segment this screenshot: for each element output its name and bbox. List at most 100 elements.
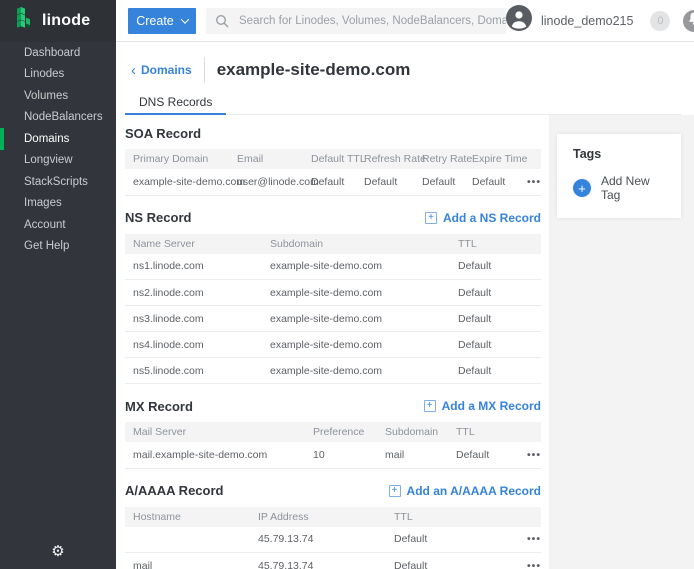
table-cell: user@linode.com	[229, 169, 303, 195]
row-actions-ellipsis-button[interactable]: •••	[505, 553, 541, 569]
table-cell: mail	[377, 442, 448, 468]
plus-square-icon	[389, 485, 401, 497]
sidebar-item-volumes[interactable]: Volumes	[0, 85, 116, 107]
table-cell: mail.example-site-demo.com	[125, 442, 305, 468]
sidebar-item-longview[interactable]: Longview	[0, 150, 116, 172]
table-cell: example-site-demo.com	[125, 169, 229, 195]
table-cell	[125, 527, 250, 553]
table-cell: ns1.linode.com	[125, 254, 262, 280]
ns-record-table: Name ServerSubdomainTTLns1.linode.comexa…	[125, 234, 541, 385]
table-row: example-site-demo.comuser@linode.com Defa…	[125, 169, 541, 195]
column-header: Subdomain	[262, 234, 450, 254]
tab-dns-records[interactable]: DNS Records	[125, 90, 226, 115]
notification-count-badge[interactable]: 0	[650, 11, 670, 31]
table-cell: 45.79.13.74	[250, 553, 386, 569]
column-header: Refresh Rate	[356, 149, 414, 169]
add-new-tag-button[interactable]: Add New Tag	[573, 174, 665, 202]
linode-logo-text: linode	[42, 12, 90, 30]
table-cell: example-site-demo.com	[262, 332, 450, 358]
table-cell: ns2.linode.com	[125, 280, 262, 306]
section-title-ns: NS Record	[125, 210, 191, 225]
table-row: ns5.linode.comexample-site-demo.comDefau…	[125, 358, 541, 384]
table-row: ns1.linode.comexample-site-demo.comDefau…	[125, 254, 541, 280]
ns-record-section: NS Record Add a NS Record Name ServerSub…	[125, 209, 541, 385]
username: linode_demo215	[541, 14, 633, 28]
add-new-tag-label: Add New Tag	[601, 174, 665, 202]
column-header: Expire Time	[464, 149, 516, 169]
row-actions-ellipsis-button[interactable]: •••	[516, 169, 541, 195]
plus-square-icon	[425, 212, 437, 224]
section-title-soa: SOA Record	[125, 126, 201, 141]
search-input[interactable]	[206, 8, 506, 34]
add-mx-record-label: Add a MX Record	[442, 399, 541, 413]
records-column: SOA Record Primary DomainEmailDefault TT…	[116, 115, 549, 569]
column-header-actions	[505, 507, 541, 527]
linode-cloud-manager: linode DashboardLinodesVolumesNodeBalanc…	[0, 0, 694, 569]
row-actions-ellipsis-button[interactable]: •••	[505, 442, 541, 468]
mx-record-section: MX Record Add a MX Record Mail ServerPre…	[125, 397, 541, 469]
sidebar-item-domains[interactable]: Domains	[0, 128, 116, 150]
a-aaaa-record-table: HostnameIP AddressTTL45.79.13.74Default•…	[125, 507, 541, 569]
table-cell: Default	[414, 169, 464, 195]
column-header: Subdomain	[377, 422, 448, 442]
user-area: linode_demo215 0	[506, 5, 694, 36]
table-cell: Default	[450, 280, 541, 306]
a-aaaa-record-section: A/AAAA Record Add an A/AAAA Record Hostn…	[125, 482, 541, 569]
sidebar-item-get-help[interactable]: Get Help	[0, 236, 116, 258]
sidebar-item-stackscripts[interactable]: StackScripts	[0, 171, 116, 193]
linode-logo[interactable]: linode	[0, 0, 116, 42]
table-cell: Default	[448, 442, 505, 468]
table-cell: example-site-demo.com	[262, 358, 450, 384]
column-header: Default TTL	[303, 149, 356, 169]
create-button-label: Create	[136, 14, 174, 28]
table-cell: Default	[386, 527, 505, 553]
sidebar-item-nodebalancers[interactable]: NodeBalancers	[0, 107, 116, 129]
right-panel: Tags Add New Tag	[549, 115, 694, 569]
sidebar-item-images[interactable]: Images	[0, 193, 116, 215]
sidebar: linode DashboardLinodesVolumesNodeBalanc…	[0, 0, 116, 569]
avatar-icon	[506, 5, 532, 36]
breadcrumb-divider	[204, 57, 205, 83]
table-cell: Default	[450, 306, 541, 332]
table-row: mail45.79.13.74Default•••	[125, 553, 541, 569]
add-ns-record-label: Add a NS Record	[443, 211, 541, 225]
tags-card: Tags Add New Tag	[557, 134, 681, 218]
table-cell: Default	[464, 169, 516, 195]
sidebar-nav: DashboardLinodesVolumesNodeBalancersDoma…	[0, 42, 116, 257]
add-mx-record-button[interactable]: Add a MX Record	[424, 399, 541, 413]
linode-logo-icon	[13, 7, 35, 36]
table-row: ns3.linode.comexample-site-demo.comDefau…	[125, 306, 541, 332]
notifications-bell-button[interactable]	[683, 10, 694, 32]
column-header-actions	[505, 422, 541, 442]
tags-title: Tags	[573, 147, 665, 161]
row-actions-ellipsis-button[interactable]: •••	[505, 527, 541, 553]
chevron-down-icon	[181, 15, 189, 23]
table-cell: ns5.linode.com	[125, 358, 262, 384]
table-row: ns4.linode.comexample-site-demo.comDefau…	[125, 332, 541, 358]
column-header: Name Server	[125, 234, 262, 254]
breadcrumb-domains-link[interactable]: Domains	[131, 62, 192, 79]
sidebar-item-dashboard[interactable]: Dashboard	[0, 42, 116, 64]
table-cell: ns4.linode.com	[125, 332, 262, 358]
user-menu-button[interactable]: linode_demo215	[506, 5, 633, 36]
settings-gear-icon[interactable]	[51, 542, 64, 560]
page-header: Domains example-site-demo.com DNS Record…	[116, 56, 694, 115]
table-cell: ns3.linode.com	[125, 306, 262, 332]
create-button[interactable]: Create	[128, 8, 196, 34]
add-a-aaaa-record-button[interactable]: Add an A/AAAA Record	[389, 484, 541, 498]
table-cell: mail	[125, 553, 250, 569]
page-title: example-site-demo.com	[217, 60, 411, 80]
table-row: mail.example-site-demo.com10mailDefault•…	[125, 442, 541, 468]
section-title-mx: MX Record	[125, 399, 193, 414]
table-cell: example-site-demo.com	[262, 280, 450, 306]
top-header: Create linode_demo	[116, 0, 694, 42]
soa-record-table: Primary DomainEmailDefault TTLRefresh Ra…	[125, 149, 541, 196]
table-row: 45.79.13.74Default•••	[125, 527, 541, 553]
column-header: IP Address	[250, 507, 386, 527]
sidebar-item-linodes[interactable]: Linodes	[0, 64, 116, 86]
sidebar-item-account[interactable]: Account	[0, 214, 116, 236]
add-a-aaaa-record-label: Add an A/AAAA Record	[407, 484, 541, 498]
table-cell: example-site-demo.com	[262, 306, 450, 332]
add-ns-record-button[interactable]: Add a NS Record	[425, 211, 541, 225]
table-cell: Default	[450, 254, 541, 280]
